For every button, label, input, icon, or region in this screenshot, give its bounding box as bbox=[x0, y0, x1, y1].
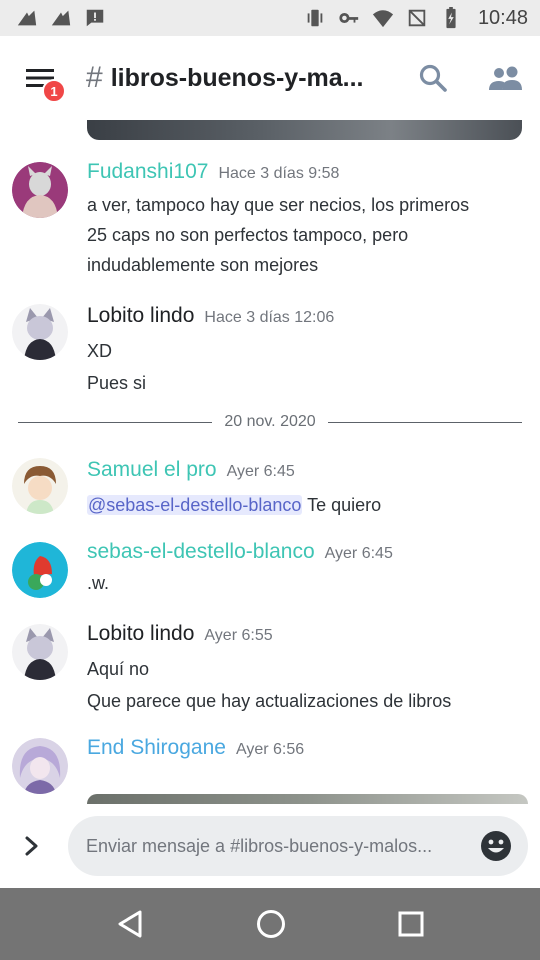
date-separator: 20 nov. 2020 bbox=[18, 410, 522, 434]
message-text: Que parece que hay actualizaciones de li… bbox=[87, 691, 452, 711]
separator-line bbox=[18, 421, 213, 423]
message-body: End Shirogane Ayer 6:56 bbox=[87, 736, 526, 766]
message-text: 25 caps no son perfectos tampoco, pero bbox=[87, 225, 409, 245]
signal-icon bbox=[51, 10, 71, 26]
user-mention[interactable]: @sebas-el-destello-blanco bbox=[87, 495, 303, 515]
channel-header: 1 # libros-buenos-y-ma... bbox=[0, 36, 540, 120]
recents-icon[interactable] bbox=[398, 911, 424, 937]
message-list[interactable]: Fudanshi107 Hace 3 días 9:58 a ver, tamp… bbox=[0, 120, 540, 804]
message-text: a ver, tampoco hay que ser necios, los p… bbox=[87, 195, 470, 215]
status-right-icons: 10:48 bbox=[304, 7, 528, 30]
message-text: .w. bbox=[87, 573, 110, 593]
status-left-icons bbox=[16, 7, 106, 29]
timestamp: Ayer 6:45 bbox=[324, 545, 393, 562]
alert-icon bbox=[86, 9, 104, 27]
avatar[interactable] bbox=[12, 542, 68, 598]
message-text: XD bbox=[87, 341, 113, 361]
message-text-tail: Te quiero bbox=[302, 495, 382, 515]
home-icon[interactable] bbox=[256, 909, 286, 939]
chevron-right-icon bbox=[25, 836, 38, 856]
message-body: Lobito lindo Ayer 6:55 Aquí no Que parec… bbox=[87, 622, 526, 716]
author-name[interactable]: Lobito lindo bbox=[87, 622, 194, 646]
image-attachment[interactable] bbox=[87, 794, 528, 804]
notification-badge: 1 bbox=[42, 79, 66, 103]
back-icon[interactable] bbox=[116, 909, 144, 939]
expand-button[interactable] bbox=[24, 835, 64, 857]
image-attachment[interactable] bbox=[87, 120, 522, 140]
search-icon[interactable] bbox=[418, 63, 448, 93]
clock: 10:48 bbox=[477, 6, 528, 29]
members-icon[interactable] bbox=[488, 65, 524, 91]
timestamp: Hace 3 días 9:58 bbox=[218, 165, 340, 182]
battery-icon bbox=[446, 7, 456, 29]
header-actions bbox=[418, 63, 524, 93]
message-text: indudablemente son mejores bbox=[87, 255, 319, 275]
avatar[interactable] bbox=[12, 624, 68, 680]
author-name[interactable]: Fudanshi107 bbox=[87, 160, 208, 184]
author-name[interactable]: Samuel el pro bbox=[87, 458, 217, 482]
signal-icon bbox=[17, 10, 37, 26]
message-body: Fudanshi107 Hace 3 días 9:58 a ver, tamp… bbox=[87, 160, 526, 280]
timestamp: Ayer 6:55 bbox=[204, 627, 273, 644]
message-body: sebas-el-destello-blanco Ayer 6:45 .w. bbox=[87, 540, 526, 598]
timestamp: Ayer 6:45 bbox=[226, 463, 295, 480]
separator-line bbox=[327, 421, 522, 423]
status-bar: 10:48 bbox=[0, 0, 540, 36]
author-name[interactable]: End Shirogane bbox=[87, 736, 226, 760]
message-body: Samuel el pro Ayer 6:45 @sebas-el-destel… bbox=[87, 458, 526, 520]
wifi-icon bbox=[372, 10, 394, 28]
separator-date: 20 nov. 2020 bbox=[224, 413, 316, 430]
timestamp: Hace 3 días 12:06 bbox=[204, 309, 335, 326]
hash-icon: # bbox=[86, 61, 103, 94]
emoji-icon[interactable] bbox=[480, 830, 512, 862]
key-icon bbox=[339, 12, 359, 24]
author-name[interactable]: sebas-el-destello-blanco bbox=[87, 540, 315, 564]
message-text: Pues si bbox=[87, 373, 147, 393]
author-name[interactable]: Lobito lindo bbox=[87, 304, 194, 328]
message-text: @sebas-el-destello-blanco Te quiero bbox=[87, 490, 526, 520]
message-input[interactable] bbox=[86, 835, 480, 857]
avatar[interactable] bbox=[12, 304, 68, 360]
avatar[interactable] bbox=[12, 162, 68, 218]
channel-title[interactable]: libros-buenos-y-ma... bbox=[111, 64, 401, 93]
vibrate-icon bbox=[307, 9, 323, 27]
avatar[interactable] bbox=[12, 458, 68, 514]
message-composer bbox=[0, 804, 540, 888]
timestamp: Ayer 6:56 bbox=[235, 741, 305, 758]
system-nav-bar bbox=[0, 888, 540, 960]
no-sim-icon bbox=[408, 9, 426, 27]
message-body: Lobito lindo Hace 3 días 12:06 XD Pues s… bbox=[87, 304, 526, 398]
message-text: Aquí no bbox=[87, 659, 150, 679]
avatar[interactable] bbox=[12, 738, 68, 794]
message-input-wrapper bbox=[68, 816, 528, 876]
menu-button[interactable]: 1 bbox=[26, 63, 66, 103]
